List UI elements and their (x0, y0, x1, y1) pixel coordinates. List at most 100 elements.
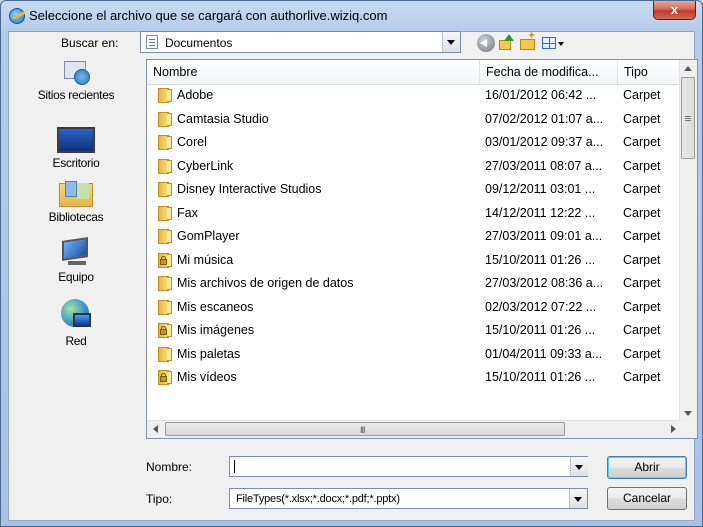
file-name: Adobe (177, 88, 214, 102)
open-button[interactable]: Abrir (607, 456, 687, 479)
table-row[interactable]: Camtasia Studio 07/02/2012 01:07 a... Carp… (147, 108, 682, 132)
desktop-icon (57, 127, 95, 153)
filename-history-dropdown[interactable] (570, 457, 588, 476)
filetype-dropdown[interactable]: FileTypes(*.xlsx;*.docx;*.pdf;*.pptx) (229, 488, 588, 509)
place-label: Sitios recientes (37, 88, 115, 102)
lock-icon (160, 255, 167, 265)
folder-icon (158, 111, 173, 127)
table-row[interactable]: Mis vídeos 15/10/2011 01:26 ... Carpet (147, 366, 682, 390)
file-type: Carpet (623, 158, 661, 173)
file-type: Carpet (623, 88, 661, 102)
lock-icon (160, 326, 167, 335)
title-bar[interactable]: Seleccione el archivo que se cargará con… (1, 1, 702, 31)
file-name: Fax (177, 205, 198, 220)
file-name: GomPlayer (177, 229, 240, 243)
place-label: Bibliotecas (48, 210, 104, 224)
new-folder-icon[interactable] (519, 29, 537, 52)
scroll-grip: III (360, 425, 365, 435)
folder-icon (158, 88, 173, 103)
place-label: Equipo (58, 270, 94, 284)
filetype-value: FileTypes(*.xlsx;*.docx;*.pdf;*.pptx) (236, 493, 400, 505)
scroll-up-arrow-icon[interactable] (680, 60, 696, 77)
place-network[interactable]: Red (8, 299, 144, 348)
folder-icon (158, 346, 173, 362)
column-header-type[interactable]: Tipo (618, 60, 682, 84)
vertical-scrollbar[interactable] (679, 60, 697, 422)
scroll-down-arrow-icon[interactable] (680, 405, 696, 422)
file-type: Carpet (623, 205, 661, 220)
scroll-corner (680, 421, 697, 438)
horizontal-scrollbar[interactable]: III (147, 420, 682, 438)
file-name: Camtasia Studio (177, 111, 269, 126)
file-name: Mis archivos de origen de datos (177, 276, 354, 290)
column-header-name[interactable]: Nombre (147, 60, 480, 84)
file-name: Mis vídeos (177, 370, 237, 384)
list-header: Nombre Fecha de modifica... Tipo (147, 60, 682, 85)
place-recent[interactable]: Sitios recientes (8, 59, 144, 102)
filename-label: Nombre: (146, 460, 193, 474)
network-icon (59, 299, 93, 331)
file-date: 15/10/2011 01:26 ... (485, 323, 596, 337)
lookin-value: Documentos (165, 36, 233, 50)
table-row[interactable]: Mis archivos de origen de datos 27/03/201… (147, 272, 682, 296)
folder-icon (158, 158, 173, 174)
table-row[interactable]: GomPlayer 27/03/2011 09:01 a... Carpet (147, 225, 682, 249)
documents-folder-icon (146, 35, 158, 49)
computer-icon (60, 237, 92, 267)
table-row[interactable]: Mis escaneos 02/03/2012 07:22 ... Carpet (147, 296, 682, 320)
folder-icon (158, 299, 173, 315)
file-name: Disney Interactive Studios (177, 182, 322, 196)
chevron-down-icon[interactable] (442, 32, 460, 52)
file-date: 27/03/2011 08:07 a... (485, 158, 603, 173)
cancel-button[interactable]: Cancelar (607, 487, 687, 510)
file-date: 27/03/2012 08:36 a... (485, 276, 604, 290)
table-row[interactable]: Adobe 16/01/2012 06:42 ... Carpet (147, 84, 682, 108)
file-rows: Adobe 16/01/2012 06:42 ... Carpet Camtasia … (147, 84, 682, 390)
table-row[interactable]: CyberLink 27/03/2011 08:07 a... Carpet (147, 155, 682, 179)
place-label: Red (65, 334, 87, 348)
locked-folder-icon (158, 370, 173, 385)
file-list[interactable]: Nombre Fecha de modifica... Tipo Adobe 16… (146, 59, 698, 439)
file-type: Carpet (623, 229, 661, 243)
filename-input[interactable] (229, 456, 588, 477)
table-row[interactable]: Mi música 15/10/2011 01:26 ... Carpet (147, 249, 682, 273)
up-folder-icon[interactable] (497, 34, 515, 52)
close-button[interactable]: x (653, 1, 696, 20)
file-date: 16/01/2012 06:42 ... (485, 88, 597, 102)
file-name: Mis paletas (177, 346, 241, 361)
file-name: Corel (177, 135, 207, 149)
file-open-dialog: Seleccione el archivo que se cargará con… (0, 0, 703, 527)
folder-icon (158, 229, 173, 244)
file-date: 02/03/2012 07:22 ... (485, 299, 597, 314)
scroll-left-arrow-icon[interactable] (147, 421, 164, 438)
table-row[interactable]: Mis imágenes 15/10/2011 01:26 ... Carpet (147, 319, 682, 343)
horizontal-scroll-thumb[interactable]: III (165, 422, 565, 436)
file-type: Carpet (623, 370, 661, 384)
file-type: Carpet (623, 252, 661, 267)
locked-folder-icon (158, 323, 173, 338)
file-name: Mi música (177, 252, 234, 267)
back-icon[interactable] (477, 34, 495, 52)
file-type: Carpet (623, 276, 661, 290)
table-row[interactable]: Disney Interactive Studios 09/12/2011 03:… (147, 178, 682, 202)
vertical-scroll-thumb[interactable] (681, 77, 695, 159)
lock-icon (160, 373, 167, 382)
folder-icon (158, 205, 173, 221)
folder-icon (158, 276, 173, 291)
table-row[interactable]: Corel 03/01/2012 09:37 a... Carpet (147, 131, 682, 155)
view-menu-icon[interactable] (542, 34, 564, 52)
place-desktop[interactable]: Escritorio (8, 127, 144, 170)
libraries-icon (59, 181, 93, 207)
table-row[interactable]: Mis paletas 01/04/2011 09:33 a... Carpet (147, 343, 682, 367)
table-row[interactable]: Fax 14/12/2011 12:22 ... Carpet (147, 202, 682, 226)
lookin-dropdown[interactable]: Documentos (140, 31, 461, 53)
file-name: CyberLink (177, 158, 234, 173)
column-header-date[interactable]: Fecha de modifica... (480, 60, 618, 84)
place-libraries[interactable]: Bibliotecas (8, 181, 144, 224)
file-date: 14/12/2011 12:22 ... (485, 205, 596, 220)
file-date: 15/10/2011 01:26 ... (485, 252, 596, 267)
file-type: Carpet (623, 346, 661, 361)
place-computer[interactable]: Equipo (8, 237, 144, 284)
chevron-down-icon[interactable] (569, 489, 587, 508)
recent-places-icon (60, 59, 92, 85)
